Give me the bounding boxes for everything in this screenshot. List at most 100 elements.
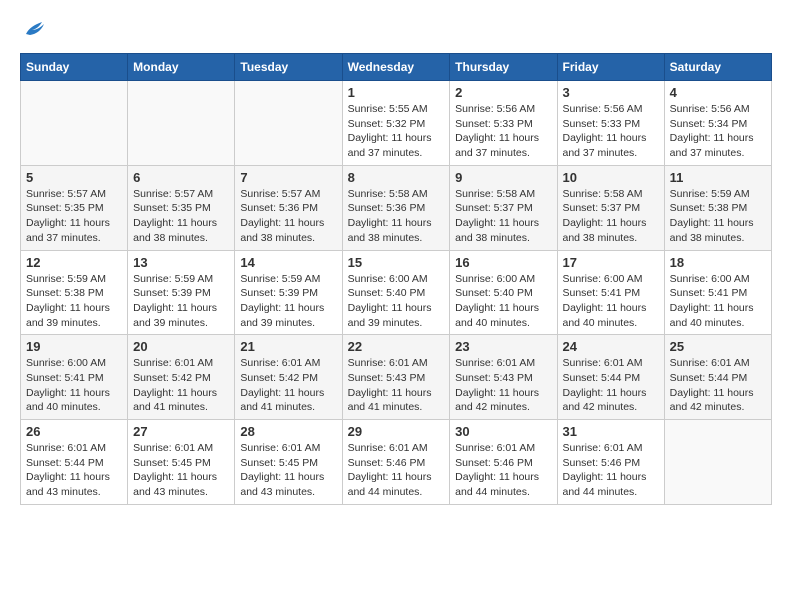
day-number: 8 <box>348 170 445 185</box>
calendar-cell: 26 Sunrise: 6:01 AMSunset: 5:44 PMDayligh… <box>21 420 128 505</box>
day-number: 3 <box>563 85 659 100</box>
day-number: 26 <box>26 424 122 439</box>
day-info: Sunrise: 6:00 AMSunset: 5:40 PMDaylight:… <box>455 272 551 331</box>
day-info: Sunrise: 6:01 AMSunset: 5:46 PMDaylight:… <box>563 441 659 500</box>
calendar-cell: 29Sunrise: 6:01 AMSunset: 5:46 PMDayligh… <box>342 420 450 505</box>
day-number: 17 <box>563 255 659 270</box>
day-number: 12 <box>26 255 122 270</box>
day-number: 18 <box>670 255 766 270</box>
calendar-cell: 15 Sunrise: 6:00 AMSunset: 5:40 PMDayligh… <box>342 250 450 335</box>
calendar-cell <box>664 420 771 505</box>
calendar-cell: 16 Sunrise: 6:00 AMSunset: 5:40 PMDayligh… <box>450 250 557 335</box>
day-number: 13 <box>133 255 229 270</box>
calendar-cell: 3 Sunrise: 5:56 AMSunset: 5:33 PMDaylight… <box>557 81 664 166</box>
calendar-cell: 13Sunrise: 5:59 AMSunset: 5:39 PMDayligh… <box>128 250 235 335</box>
day-info: Sunrise: 6:01 AMSunset: 5:45 PMDaylight:… <box>240 441 336 500</box>
calendar-cell: 22 Sunrise: 6:01 AMSunset: 5:43 PMDayligh… <box>342 335 450 420</box>
calendar-cell: 11 Sunrise: 5:59 AMSunset: 5:38 PMDayligh… <box>664 165 771 250</box>
day-info: Sunrise: 6:01 AMSunset: 5:44 PMDaylight:… <box>26 441 122 500</box>
weekday-header: Monday <box>128 54 235 81</box>
day-info: Sunrise: 6:00 AMSunset: 5:41 PMDaylight:… <box>26 356 122 415</box>
day-number: 9 <box>455 170 551 185</box>
day-info: Sunrise: 5:58 AMSunset: 5:37 PMDaylight:… <box>455 187 551 246</box>
day-number: 1 <box>348 85 445 100</box>
calendar-cell: 6 Sunrise: 5:57 AMSunset: 5:35 PMDaylight… <box>128 165 235 250</box>
day-info: Sunrise: 5:58 AMSunset: 5:36 PMDaylight:… <box>348 187 445 246</box>
day-number: 2 <box>455 85 551 100</box>
page-header <box>20 20 772 43</box>
calendar-cell <box>21 81 128 166</box>
day-info: Sunrise: 6:01 AMSunset: 5:45 PMDaylight:… <box>133 441 229 500</box>
calendar-cell <box>235 81 342 166</box>
calendar-cell: 31 Sunrise: 6:01 AMSunset: 5:46 PMDayligh… <box>557 420 664 505</box>
calendar-cell: 8 Sunrise: 5:58 AMSunset: 5:36 PMDaylight… <box>342 165 450 250</box>
day-number: 19 <box>26 339 122 354</box>
day-info: Sunrise: 6:00 AMSunset: 5:40 PMDaylight:… <box>348 272 445 331</box>
day-number: 5 <box>26 170 122 185</box>
day-info: Sunrise: 5:59 AMSunset: 5:39 PMDaylight:… <box>240 272 336 331</box>
calendar-cell: 30 Sunrise: 6:01 AMSunset: 5:46 PMDayligh… <box>450 420 557 505</box>
weekday-header-row: SundayMondayTuesdayWednesdayThursdayFrid… <box>21 54 772 81</box>
day-info: Sunrise: 6:01 AMSunset: 5:42 PMDaylight:… <box>133 356 229 415</box>
day-info: Sunrise: 5:56 AMSunset: 5:33 PMDaylight:… <box>563 102 659 161</box>
calendar-cell: 23Sunrise: 6:01 AMSunset: 5:43 PMDayligh… <box>450 335 557 420</box>
calendar-cell: 2 Sunrise: 5:56 AMSunset: 5:33 PMDaylight… <box>450 81 557 166</box>
day-info: Sunrise: 6:01 AMSunset: 5:46 PMDaylight:… <box>348 441 445 500</box>
calendar-week-row: 5 Sunrise: 5:57 AMSunset: 5:35 PMDaylight… <box>21 165 772 250</box>
calendar-cell: 9 Sunrise: 5:58 AMSunset: 5:37 PMDaylight… <box>450 165 557 250</box>
weekday-header: Wednesday <box>342 54 450 81</box>
calendar-cell: 27 Sunrise: 6:01 AMSunset: 5:45 PMDayligh… <box>128 420 235 505</box>
day-number: 16 <box>455 255 551 270</box>
day-info: Sunrise: 6:00 AMSunset: 5:41 PMDaylight:… <box>670 272 766 331</box>
calendar-cell: 10 Sunrise: 5:58 AMSunset: 5:37 PMDayligh… <box>557 165 664 250</box>
day-info: Sunrise: 6:01 AMSunset: 5:44 PMDaylight:… <box>670 356 766 415</box>
weekday-header: Saturday <box>664 54 771 81</box>
day-number: 10 <box>563 170 659 185</box>
calendar-cell: 1 Sunrise: 5:55 AMSunset: 5:32 PMDaylight… <box>342 81 450 166</box>
calendar-cell: 25Sunrise: 6:01 AMSunset: 5:44 PMDayligh… <box>664 335 771 420</box>
day-info: Sunrise: 5:57 AMSunset: 5:35 PMDaylight:… <box>26 187 122 246</box>
day-info: Sunrise: 5:55 AMSunset: 5:32 PMDaylight:… <box>348 102 445 161</box>
day-number: 15 <box>348 255 445 270</box>
day-info: Sunrise: 5:56 AMSunset: 5:34 PMDaylight:… <box>670 102 766 161</box>
calendar-week-row: 19 Sunrise: 6:00 AMSunset: 5:41 PMDayligh… <box>21 335 772 420</box>
day-number: 4 <box>670 85 766 100</box>
calendar-cell: 12Sunrise: 5:59 AMSunset: 5:38 PMDayligh… <box>21 250 128 335</box>
calendar-week-row: 26 Sunrise: 6:01 AMSunset: 5:44 PMDayligh… <box>21 420 772 505</box>
day-number: 11 <box>670 170 766 185</box>
calendar-cell: 4 Sunrise: 5:56 AMSunset: 5:34 PMDaylight… <box>664 81 771 166</box>
calendar-week-row: 12Sunrise: 5:59 AMSunset: 5:38 PMDayligh… <box>21 250 772 335</box>
day-number: 28 <box>240 424 336 439</box>
calendar-cell: 18 Sunrise: 6:00 AMSunset: 5:41 PMDayligh… <box>664 250 771 335</box>
day-number: 24 <box>563 339 659 354</box>
weekday-header: Sunday <box>21 54 128 81</box>
logo <box>20 20 46 43</box>
day-info: Sunrise: 6:01 AMSunset: 5:43 PMDaylight:… <box>348 356 445 415</box>
day-number: 6 <box>133 170 229 185</box>
day-number: 31 <box>563 424 659 439</box>
day-number: 22 <box>348 339 445 354</box>
calendar-cell: 24 Sunrise: 6:01 AMSunset: 5:44 PMDayligh… <box>557 335 664 420</box>
day-info: Sunrise: 6:00 AMSunset: 5:41 PMDaylight:… <box>563 272 659 331</box>
calendar-week-row: 1 Sunrise: 5:55 AMSunset: 5:32 PMDaylight… <box>21 81 772 166</box>
day-number: 14 <box>240 255 336 270</box>
weekday-header: Tuesday <box>235 54 342 81</box>
day-info: Sunrise: 6:01 AMSunset: 5:46 PMDaylight:… <box>455 441 551 500</box>
day-info: Sunrise: 5:56 AMSunset: 5:33 PMDaylight:… <box>455 102 551 161</box>
day-info: Sunrise: 6:01 AMSunset: 5:43 PMDaylight:… <box>455 356 551 415</box>
day-number: 27 <box>133 424 229 439</box>
day-number: 21 <box>240 339 336 354</box>
day-info: Sunrise: 5:59 AMSunset: 5:38 PMDaylight:… <box>670 187 766 246</box>
day-info: Sunrise: 5:58 AMSunset: 5:37 PMDaylight:… <box>563 187 659 246</box>
calendar-cell: 14 Sunrise: 5:59 AMSunset: 5:39 PMDayligh… <box>235 250 342 335</box>
calendar-cell: 28 Sunrise: 6:01 AMSunset: 5:45 PMDayligh… <box>235 420 342 505</box>
weekday-header: Friday <box>557 54 664 81</box>
day-number: 30 <box>455 424 551 439</box>
calendar-cell: 7Sunrise: 5:57 AMSunset: 5:36 PMDaylight… <box>235 165 342 250</box>
weekday-header: Thursday <box>450 54 557 81</box>
day-info: Sunrise: 6:01 AMSunset: 5:42 PMDaylight:… <box>240 356 336 415</box>
calendar-cell: 17 Sunrise: 6:00 AMSunset: 5:41 PMDayligh… <box>557 250 664 335</box>
day-info: Sunrise: 6:01 AMSunset: 5:44 PMDaylight:… <box>563 356 659 415</box>
calendar-cell: 21 Sunrise: 6:01 AMSunset: 5:42 PMDayligh… <box>235 335 342 420</box>
day-info: Sunrise: 5:57 AMSunset: 5:35 PMDaylight:… <box>133 187 229 246</box>
